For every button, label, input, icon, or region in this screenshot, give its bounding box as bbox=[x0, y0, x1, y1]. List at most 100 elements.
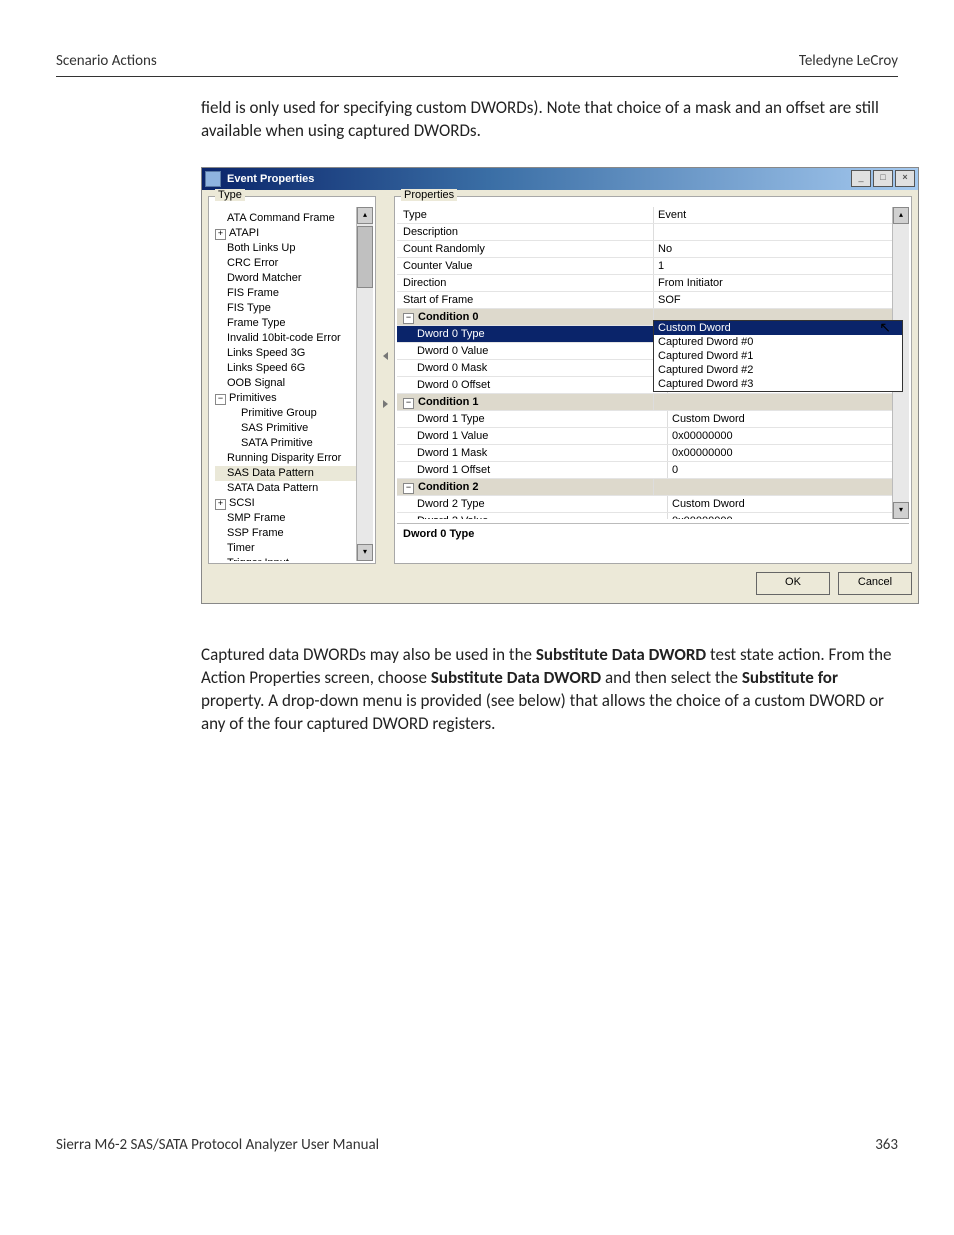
tree-item[interactable]: Links Speed 6G bbox=[215, 361, 373, 376]
grid-value[interactable]: 0x00000000 bbox=[668, 445, 909, 461]
properties-panel: Properties TypeEventDescriptionCount Ran… bbox=[394, 196, 912, 564]
grid-key: Dword 0 Offset bbox=[397, 377, 668, 393]
grid-row[interactable]: Dword 1 Value0x00000000 bbox=[397, 428, 909, 445]
grid-value[interactable]: 0 bbox=[668, 462, 909, 478]
tree-item[interactable]: SAS Primitive bbox=[215, 421, 373, 436]
type-tree[interactable]: ATA Command Frame+ATAPIBoth Links UpCRC … bbox=[211, 207, 373, 561]
grid-key: Direction bbox=[397, 275, 654, 291]
grid-key: Dword 0 Mask bbox=[397, 360, 668, 376]
grid-key: Dword 2 Value bbox=[397, 513, 668, 519]
close-button[interactable]: × bbox=[895, 170, 915, 187]
tree-item[interactable]: ATA Command Frame bbox=[215, 211, 373, 226]
grid-row[interactable]: DirectionFrom Initiator bbox=[397, 275, 909, 292]
grid-row[interactable]: Dword 2 TypeCustom Dword bbox=[397, 496, 909, 513]
tree-item[interactable]: CRC Error bbox=[215, 256, 373, 271]
tree-item[interactable]: Frame Type bbox=[215, 316, 373, 331]
grid-value[interactable]: Custom Dword bbox=[668, 411, 909, 427]
ok-button[interactable]: OK bbox=[756, 572, 830, 595]
scroll-up-icon[interactable]: ▴ bbox=[357, 207, 373, 224]
grid-key: Dword 0 Value bbox=[397, 343, 668, 359]
scroll-up-icon[interactable]: ▴ bbox=[893, 207, 909, 224]
grid-row[interactable]: Dword 1 Offset0 bbox=[397, 462, 909, 479]
cancel-button[interactable]: Cancel bbox=[838, 572, 912, 595]
grid-value[interactable] bbox=[654, 224, 909, 240]
dropdown-option[interactable]: Captured Dword #3 bbox=[654, 377, 902, 391]
grid-value[interactable]: SOF bbox=[654, 292, 909, 308]
dropdown-option[interactable]: Captured Dword #2 bbox=[654, 363, 902, 377]
grid-row[interactable]: Counter Value1 bbox=[397, 258, 909, 275]
properties-panel-label: Properties bbox=[401, 189, 457, 201]
splitter[interactable] bbox=[382, 196, 388, 564]
tree-item[interactable]: SATA Primitive bbox=[215, 436, 373, 451]
collapse-icon[interactable]: − bbox=[403, 313, 414, 324]
header-rule bbox=[56, 76, 898, 77]
collapse-icon[interactable]: − bbox=[403, 398, 414, 409]
scroll-down-icon[interactable]: ▾ bbox=[893, 502, 909, 519]
grid-row[interactable]: TypeEvent bbox=[397, 207, 909, 224]
tree-item[interactable]: SATA Data Pattern bbox=[215, 481, 373, 496]
grid-group-header[interactable]: −Condition 2 bbox=[397, 479, 909, 496]
header-right: Teledyne LeCroy bbox=[799, 52, 898, 70]
grid-value[interactable]: 0x00000000 bbox=[668, 513, 909, 519]
grid-row[interactable]: Dword 2 Value0x00000000 bbox=[397, 513, 909, 519]
tree-item[interactable]: SMP Frame bbox=[215, 511, 373, 526]
tree-expand-icon[interactable]: + bbox=[215, 229, 226, 240]
grid-row[interactable]: Description bbox=[397, 224, 909, 241]
grid-group-header[interactable]: −Condition 1 bbox=[397, 394, 909, 411]
tree-item[interactable]: Invalid 10bit-code Error bbox=[215, 331, 373, 346]
minimize-button[interactable]: _ bbox=[851, 170, 871, 187]
grid-value[interactable]: Event bbox=[654, 207, 909, 223]
tree-scrollbar[interactable]: ▴ ▾ bbox=[356, 207, 373, 561]
grid-key: Dword 1 Offset bbox=[397, 462, 668, 478]
collapse-icon[interactable]: − bbox=[403, 483, 414, 494]
titlebar[interactable]: Event Properties _ □ × bbox=[202, 168, 918, 190]
paragraph-1: field is only used for specifying custom… bbox=[201, 97, 898, 143]
tree-item[interactable]: +SCSI bbox=[215, 496, 373, 511]
grid-value[interactable]: 0x00000000 bbox=[668, 428, 909, 444]
help-hint: Dword 0 Type bbox=[397, 523, 909, 552]
tree-item[interactable]: SAS Data Pattern bbox=[215, 466, 373, 481]
dialog-title: Event Properties bbox=[227, 173, 849, 185]
dword-type-dropdown[interactable]: Custom DwordCaptured Dword #0Captured Dw… bbox=[653, 320, 903, 392]
tree-item[interactable]: Primitive Group bbox=[215, 406, 373, 421]
tree-item[interactable]: SSP Frame bbox=[215, 526, 373, 541]
tree-expand-icon[interactable]: + bbox=[215, 499, 226, 510]
tree-item[interactable]: Both Links Up bbox=[215, 241, 373, 256]
scroll-thumb[interactable] bbox=[357, 226, 373, 288]
grid-value[interactable]: 1 bbox=[654, 258, 909, 274]
tree-item[interactable]: Links Speed 3G bbox=[215, 346, 373, 361]
grid-value[interactable]: No bbox=[654, 241, 909, 257]
tree-item[interactable]: Trigger Input bbox=[215, 556, 373, 561]
tree-item[interactable]: FIS Frame bbox=[215, 286, 373, 301]
tree-item[interactable]: OOB Signal bbox=[215, 376, 373, 391]
dropdown-option[interactable]: Custom Dword bbox=[654, 321, 902, 335]
grid-row[interactable]: Dword 1 TypeCustom Dword bbox=[397, 411, 909, 428]
paragraph-2: Captured data DWORDs may also be used in… bbox=[201, 644, 898, 736]
tree-expand-icon[interactable]: − bbox=[215, 394, 226, 405]
header-left: Scenario Actions bbox=[56, 52, 157, 70]
grid-row[interactable]: Count RandomlyNo bbox=[397, 241, 909, 258]
grid-key: Type bbox=[397, 207, 654, 223]
dropdown-option[interactable]: Captured Dword #0 bbox=[654, 335, 902, 349]
tree-item[interactable]: FIS Type bbox=[215, 301, 373, 316]
tree-item[interactable]: Dword Matcher bbox=[215, 271, 373, 286]
grid-value[interactable]: Custom Dword bbox=[668, 496, 909, 512]
type-panel-label: Type bbox=[215, 189, 245, 201]
grid-row[interactable]: Start of FrameSOF bbox=[397, 292, 909, 309]
grid-row[interactable]: Dword 1 Mask0x00000000 bbox=[397, 445, 909, 462]
tree-item[interactable]: +ATAPI bbox=[215, 226, 373, 241]
grid-key: Dword 1 Type bbox=[397, 411, 668, 427]
dropdown-option[interactable]: Captured Dword #1 bbox=[654, 349, 902, 363]
grid-key: Description bbox=[397, 224, 654, 240]
tree-item[interactable]: −Primitives bbox=[215, 391, 373, 406]
maximize-button[interactable]: □ bbox=[873, 170, 893, 187]
tree-item[interactable]: Timer bbox=[215, 541, 373, 556]
scroll-down-icon[interactable]: ▾ bbox=[357, 544, 373, 561]
properties-grid[interactable]: TypeEventDescriptionCount RandomlyNoCoun… bbox=[397, 207, 909, 519]
app-icon bbox=[205, 171, 221, 187]
splitter-left-icon bbox=[383, 352, 388, 360]
tree-item[interactable]: Running Disparity Error bbox=[215, 451, 373, 466]
grid-value[interactable]: From Initiator bbox=[654, 275, 909, 291]
grid-key: Start of Frame bbox=[397, 292, 654, 308]
grid-key: Dword 1 Value bbox=[397, 428, 668, 444]
